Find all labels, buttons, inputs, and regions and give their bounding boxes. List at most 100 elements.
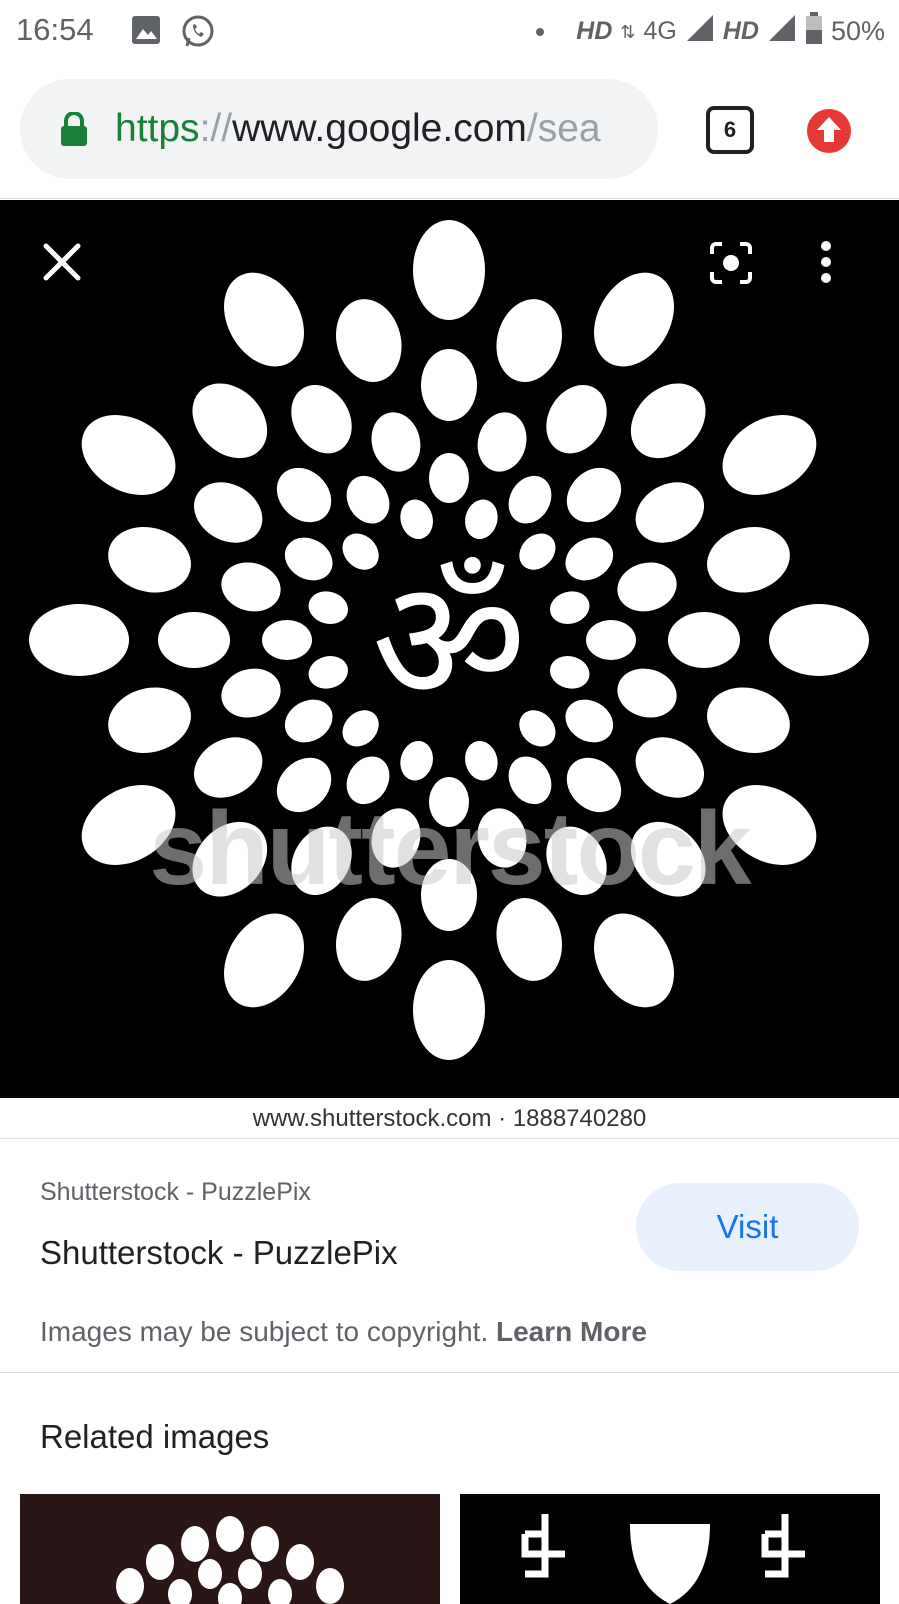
mandala-petal — [496, 898, 562, 981]
mandala-petal — [549, 656, 590, 689]
mandala-petal — [465, 499, 498, 540]
mandala-petal — [617, 562, 677, 612]
url-host: www.google.com — [232, 107, 527, 150]
source-name: Shutterstock - PuzzlePix — [40, 1178, 311, 1206]
mandala-petal — [707, 687, 790, 753]
mandala-petal — [429, 453, 469, 503]
om-symbol: ॐ — [371, 543, 526, 741]
network-type: 4G — [643, 17, 677, 45]
mandala-petal — [508, 756, 552, 805]
lens-icon[interactable] — [708, 240, 754, 291]
mandala-image: ॐ — [29, 220, 869, 1060]
mandala-petal — [224, 272, 304, 367]
status-right: HD ⇅ 4G HD 50% — [536, 12, 885, 51]
related-images-title: Related images — [40, 1418, 270, 1455]
mandala-petal — [158, 612, 230, 668]
url-separator: :// — [199, 107, 233, 150]
page-title[interactable]: Shutterstock - PuzzlePix — [40, 1234, 398, 1272]
visit-button[interactable]: Visit — [636, 1183, 859, 1271]
mandala-petal — [594, 913, 674, 1008]
mandala-petal — [565, 699, 614, 743]
mandala-petal — [193, 482, 263, 543]
mandala-petal — [496, 299, 562, 382]
mandala-petal — [81, 785, 176, 865]
lock-icon[interactable] — [60, 111, 88, 151]
mandala-petal — [400, 740, 433, 781]
data-arrows-icon: ⇅ — [620, 21, 636, 42]
mandala-petal — [308, 656, 349, 689]
tab-switcher-icon[interactable]: 6 — [706, 106, 754, 154]
mandala-petal — [221, 668, 281, 718]
signal-icon — [685, 13, 715, 50]
related-image-thumbnail[interactable] — [460, 1494, 880, 1604]
mandala-petal — [81, 415, 176, 495]
mandala-petal — [769, 604, 869, 676]
mandala-petal — [566, 757, 622, 813]
battery-level: 50% — [830, 16, 885, 46]
mandala-petal — [262, 620, 312, 660]
image-viewer[interactable]: ॐ shutterstock — [0, 200, 899, 1098]
mandala-petal — [586, 620, 636, 660]
mandala-petal — [549, 591, 590, 624]
address-bar[interactable]: https://www.google.com/sea — [20, 79, 658, 179]
close-icon[interactable] — [40, 240, 84, 289]
mandala-petal — [546, 384, 607, 454]
battery-icon — [805, 12, 823, 51]
mandala-petal — [346, 475, 390, 524]
mandala-petal — [336, 898, 402, 981]
mandala-petal — [508, 475, 552, 524]
mandala-petal — [108, 687, 191, 753]
mandala-petal — [630, 821, 706, 897]
mandala-petal — [291, 826, 352, 896]
learn-more-link[interactable]: Learn More — [496, 1316, 647, 1347]
url-text[interactable]: https://www.google.com/sea — [115, 107, 655, 151]
mandala-petal — [371, 808, 421, 868]
more-vert-icon[interactable] — [820, 240, 832, 289]
divider — [0, 1372, 899, 1373]
mandala-petal — [546, 826, 607, 896]
status-time: 16:54 — [16, 12, 94, 47]
related-image-thumbnail[interactable] — [20, 1494, 440, 1604]
image-caption: www.shutterstock.com · 1888740280 — [0, 1098, 899, 1139]
mandala-petal — [400, 499, 433, 540]
mandala-petal — [108, 527, 191, 593]
mandala-petal — [594, 272, 674, 367]
mandala-petal — [284, 537, 333, 581]
mandala-petal — [371, 412, 421, 472]
update-icon[interactable] — [806, 108, 852, 159]
network-label-1: HD — [576, 17, 613, 45]
mandala-petal — [465, 740, 498, 781]
status-bar: 16:54 HD ⇅ 4G HD 50% — [0, 0, 899, 62]
mandala-petal — [29, 604, 129, 676]
mandala-petal — [421, 349, 477, 421]
copyright-notice: Images may be subject to copyright. Lear… — [40, 1316, 647, 1348]
mandala-petal — [221, 562, 281, 612]
mandala-petal — [566, 467, 622, 523]
mandala-petal — [276, 467, 332, 523]
copyright-text: Images may be subject to copyright. — [40, 1316, 489, 1347]
url-path: /sea — [526, 107, 601, 150]
mandala-petal — [308, 591, 349, 624]
mandala-petal — [192, 821, 268, 897]
gallery-icon — [130, 14, 162, 51]
mandala-petal — [413, 960, 485, 1060]
mandala-petal — [630, 383, 706, 459]
mandala-petal — [477, 808, 527, 868]
mandala-petal — [565, 537, 614, 581]
mandala-petal — [477, 412, 527, 472]
mandala-petal — [722, 415, 817, 495]
mandala-petal — [668, 612, 740, 668]
mandala-petal — [276, 757, 332, 813]
mandala-petal — [224, 913, 304, 1008]
mandala-petal — [617, 668, 677, 718]
mandala-petal — [413, 220, 485, 320]
whatsapp-icon — [180, 14, 216, 55]
signal-icon — [767, 13, 797, 50]
mandala-petal — [284, 699, 333, 743]
mandala-petal — [192, 383, 268, 459]
mandala-petal — [635, 482, 705, 543]
mandala-petal — [421, 859, 477, 931]
dot-icon — [536, 27, 545, 36]
mandala-petal — [429, 777, 469, 827]
mandala-petal — [635, 737, 705, 798]
